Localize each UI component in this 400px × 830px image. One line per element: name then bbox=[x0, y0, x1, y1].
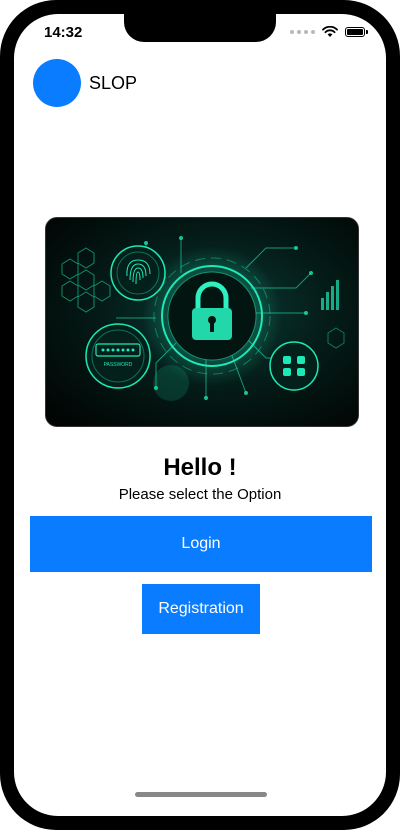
status-icons bbox=[290, 26, 368, 38]
app-name: SLOP bbox=[89, 72, 138, 93]
notch bbox=[124, 14, 276, 42]
hero-image: PASSWORD bbox=[45, 217, 359, 427]
password-icon: PASSWORD bbox=[85, 323, 151, 389]
battery-icon bbox=[345, 27, 365, 37]
battery-tip bbox=[366, 30, 368, 34]
signal-icon bbox=[290, 30, 315, 34]
login-button[interactable]: Login bbox=[30, 516, 372, 572]
greeting-heading: Hello ! bbox=[163, 454, 237, 481]
home-indicator[interactable] bbox=[135, 792, 267, 797]
device-frame: 14:32 SLOP PASSWORD Hello ! Please selec… bbox=[0, 0, 400, 830]
svg-text:PASSWORD: PASSWORD bbox=[104, 362, 133, 368]
avatar[interactable] bbox=[33, 59, 81, 107]
keypad-icon bbox=[269, 341, 319, 391]
screen: 14:32 SLOP PASSWORD Hello ! Please selec… bbox=[14, 14, 386, 816]
status-time: 14:32 bbox=[44, 24, 83, 41]
wifi-icon bbox=[322, 26, 338, 37]
app-header: SLOP bbox=[33, 59, 137, 107]
subtitle-text: Please select the Option bbox=[118, 486, 282, 503]
cyber-security-illustration: PASSWORD bbox=[46, 218, 358, 426]
registration-button[interactable]: Registration bbox=[142, 584, 260, 634]
